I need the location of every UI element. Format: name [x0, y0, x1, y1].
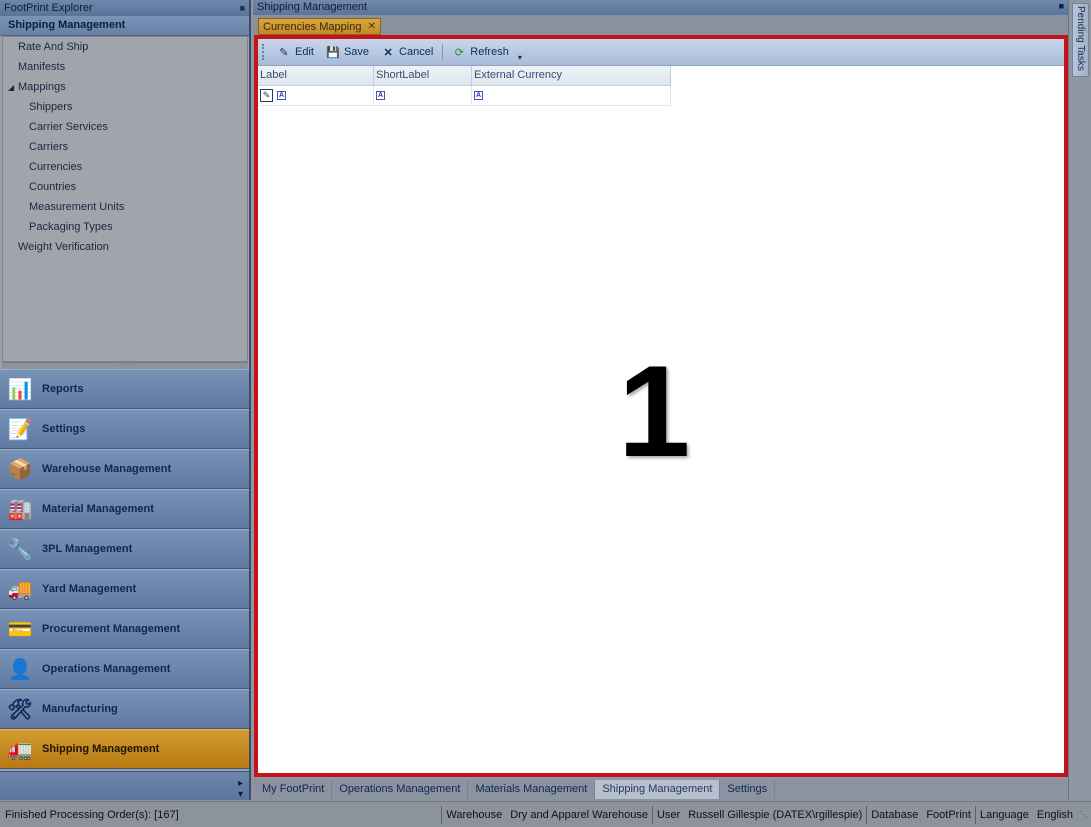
status-language-label: Language — [974, 805, 1033, 824]
cell-external-currency[interactable]: A — [472, 86, 671, 105]
column-header-shortlabel[interactable]: ShortLabel — [374, 66, 472, 85]
toolbar-grip-icon[interactable] — [262, 44, 265, 60]
status-database-label: Database — [866, 805, 922, 824]
column-header-label[interactable]: Label — [258, 66, 374, 85]
bottom-tab-my-footprint[interactable]: My FootPrint — [255, 780, 333, 799]
status-database-value: FootPrint — [926, 808, 971, 821]
status-user-value: Russell Gillespie (DATEX\rgillespie) — [688, 808, 863, 821]
mapping-grid: Label ShortLabel External Currency ✎ A A… — [258, 66, 1064, 773]
currencies-mapping-panel: ✎ Edit 💾 Save ✕ Cancel ⟳ Refresh ▾ Label… — [254, 35, 1068, 777]
cell-shortlabel[interactable]: A — [374, 86, 472, 105]
close-icon[interactable]: ✕ — [367, 21, 375, 32]
reports-icon: 📊 — [7, 378, 33, 401]
module-3pl-management[interactable]: 🔧 3PL Management — [0, 529, 249, 569]
footprint-explorer-panel: FootPrint Explorer ■ Shipping Management… — [0, 0, 251, 800]
toolbar-separator — [442, 44, 444, 60]
module-material-management[interactable]: 🏭 Material Management — [0, 489, 249, 529]
cancel-button[interactable]: ✕ Cancel — [375, 41, 439, 63]
edit-button[interactable]: ✎ Edit — [271, 41, 320, 63]
module-reports[interactable]: 📊 Reports — [0, 369, 249, 409]
pending-tasks-tab[interactable]: Pending Tasks — [1072, 3, 1089, 77]
bottom-tab-shipping-management[interactable]: Shipping Management — [595, 780, 721, 799]
resize-grip-icon[interactable]: ⋱ — [1077, 810, 1091, 819]
status-user-label: User — [651, 805, 684, 824]
row-edit-icon[interactable]: ✎ — [260, 89, 273, 102]
explorer-section-header[interactable]: Shipping Management — [0, 16, 249, 36]
module-footer: ▸ ▾ — [0, 771, 249, 800]
bottom-tab-materials-management[interactable]: Materials Management — [468, 780, 596, 799]
text-field-icon: A — [277, 91, 286, 100]
tree-item-countries[interactable]: Countries — [3, 177, 247, 197]
module-tab-bar: My FootPrint Operations Management Mater… — [253, 779, 1068, 800]
tab-currencies-mapping[interactable]: Currencies Mapping ✕ — [258, 18, 381, 35]
tree-item-currencies[interactable]: Currencies — [3, 157, 247, 177]
status-message: Finished Processing Order(s): [167] — [5, 808, 179, 821]
explorer-title-bar: FootPrint Explorer ■ — [0, 0, 249, 16]
yard-icon: 🚚 — [7, 578, 33, 601]
cell-label[interactable]: ✎ A — [258, 86, 374, 105]
more-modules-icon[interactable]: ▸ ▾ — [238, 778, 243, 800]
tree-item-packaging-types[interactable]: Packaging Types — [3, 217, 247, 237]
shipping-icon: 🚛 — [7, 738, 33, 761]
module-manufacturing[interactable]: 🛠 Manufacturing — [0, 689, 249, 729]
material-icon: 🏭 — [7, 498, 33, 521]
bottom-tab-settings[interactable]: Settings — [720, 780, 776, 799]
module-list: 📊 Reports 📝 Settings 📦 Warehouse Managem… — [0, 369, 249, 769]
tree-item-weight-verification[interactable]: Weight Verification — [3, 237, 247, 257]
navigation-tree: Rate And Ship Manifests ◢ Mappings Shippe… — [2, 36, 248, 362]
text-field-icon: A — [474, 91, 483, 100]
panel-splitter[interactable]: ········ — [2, 362, 248, 369]
module-shipping-management[interactable]: 🚛 Shipping Management — [0, 729, 249, 769]
bottom-tab-operations-management[interactable]: Operations Management — [332, 780, 469, 799]
tree-item-carriers[interactable]: Carriers — [3, 137, 247, 157]
tab-label: Currencies Mapping — [263, 20, 362, 33]
toolbar-overflow-icon[interactable]: ▾ — [515, 42, 525, 62]
pending-tasks-sidebar: Pending Tasks — [1068, 0, 1091, 800]
settings-icon: 📝 — [7, 418, 33, 441]
manufacturing-icon: 🛠 — [7, 698, 33, 721]
module-yard-management[interactable]: 🚚 Yard Management — [0, 569, 249, 609]
status-language-value: English — [1036, 808, 1073, 821]
pin-icon[interactable]: ■ — [1059, 1, 1064, 14]
tree-item-carrier-services[interactable]: Carrier Services — [3, 117, 247, 137]
table-row[interactable]: ✎ A A A — [258, 86, 671, 106]
cancel-icon: ✕ — [383, 46, 393, 59]
tree-item-mappings[interactable]: ◢ Mappings — [3, 77, 247, 97]
tree-item-manifests[interactable]: Manifests — [3, 57, 247, 77]
text-field-icon: A — [376, 91, 385, 100]
save-icon: 💾 — [326, 46, 340, 59]
tree-item-measurement-units[interactable]: Measurement Units — [3, 197, 247, 217]
column-header-external-currency[interactable]: External Currency — [472, 66, 671, 85]
save-button[interactable]: 💾 Save — [320, 41, 375, 63]
document-tab-strip: Currencies Mapping ✕ — [253, 15, 1068, 35]
tree-item-rate-and-ship[interactable]: Rate And Ship — [3, 37, 247, 57]
module-settings[interactable]: 📝 Settings — [0, 409, 249, 449]
status-bar: Finished Processing Order(s): [167] Ware… — [0, 801, 1091, 827]
toolbar: ✎ Edit 💾 Save ✕ Cancel ⟳ Refresh ▾ — [258, 39, 1064, 66]
main-title: Shipping Management — [257, 1, 368, 13]
pin-icon[interactable]: ■ — [240, 3, 245, 13]
status-warehouse-label: Warehouse — [441, 805, 506, 824]
module-procurement-management[interactable]: 💳 Procurement Management — [0, 609, 249, 649]
module-warehouse-management[interactable]: 📦 Warehouse Management — [0, 449, 249, 489]
operations-icon: 👤 — [7, 658, 33, 681]
procurement-icon: 💳 — [7, 618, 33, 641]
refresh-icon: ⟳ — [454, 46, 464, 59]
tree-item-shippers[interactable]: Shippers — [3, 97, 247, 117]
annotation-number: 1 — [618, 338, 691, 484]
status-warehouse-value: Dry and Apparel Warehouse — [510, 808, 648, 821]
3pl-icon: 🔧 — [7, 538, 33, 561]
edit-icon: ✎ — [279, 46, 289, 59]
explorer-title: FootPrint Explorer — [4, 2, 93, 14]
grid-header: Label ShortLabel External Currency — [258, 66, 671, 86]
module-operations-management[interactable]: 👤 Operations Management — [0, 649, 249, 689]
main-title-bar: Shipping Management ■ — [253, 0, 1068, 15]
warehouse-icon: 📦 — [7, 458, 33, 481]
expand-arrow-icon[interactable]: ◢ — [8, 78, 18, 98]
refresh-button[interactable]: ⟳ Refresh — [446, 41, 515, 63]
